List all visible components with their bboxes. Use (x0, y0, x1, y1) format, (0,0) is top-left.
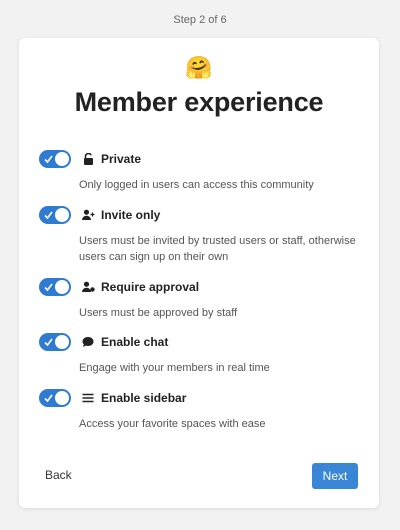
enable-chat-label: Enable chat (101, 335, 169, 349)
require-approval-label: Require approval (101, 280, 200, 294)
checkmark-icon (44, 283, 53, 292)
option-invite-only: Invite only Users must be invited by tru… (39, 205, 359, 265)
checkmark-icon (44, 338, 53, 347)
lock-icon (81, 152, 95, 166)
enable-chat-toggle[interactable] (39, 333, 71, 351)
require-approval-description: Users must be approved by staff (79, 307, 238, 319)
invite-only-toggle[interactable] (39, 206, 71, 224)
option-private: Private Only logged in users can access … (39, 149, 359, 193)
enable-sidebar-description: Access your favorite spaces with ease (79, 418, 266, 430)
next-button[interactable]: Next (312, 463, 358, 489)
chat-bubble-icon (81, 335, 95, 349)
back-button[interactable]: Back (45, 468, 72, 482)
checkmark-icon (44, 211, 53, 220)
private-toggle[interactable] (39, 150, 71, 168)
option-require-approval: Require approval Users must be approved … (39, 277, 359, 321)
hamburger-icon (81, 391, 95, 405)
private-description: Only logged in users can access this com… (79, 179, 314, 191)
checkmark-icon (44, 155, 53, 164)
hugging-face-emoji: 🤗 (185, 55, 213, 80)
private-label: Private (101, 152, 142, 166)
enable-sidebar-label: Enable sidebar (101, 391, 187, 405)
invite-only-description: Users must be invited by trusted users o… (79, 235, 356, 263)
enable-sidebar-toggle[interactable] (39, 389, 71, 407)
user-plus-icon (81, 208, 95, 222)
option-enable-chat: Enable chat Engage with your members in … (39, 332, 359, 376)
invite-only-label: Invite only (101, 208, 161, 222)
enable-chat-description: Engage with your members in real time (79, 362, 270, 374)
setup-card: 🤗 Member experience Private Only logged … (19, 38, 379, 508)
require-approval-toggle[interactable] (39, 278, 71, 296)
user-check-icon (81, 280, 95, 294)
checkmark-icon (44, 394, 53, 403)
step-indicator: Step 2 of 6 (173, 14, 227, 26)
page-title: Member experience (74, 87, 324, 117)
option-enable-sidebar: Enable sidebar Access your favorite spac… (39, 388, 359, 432)
